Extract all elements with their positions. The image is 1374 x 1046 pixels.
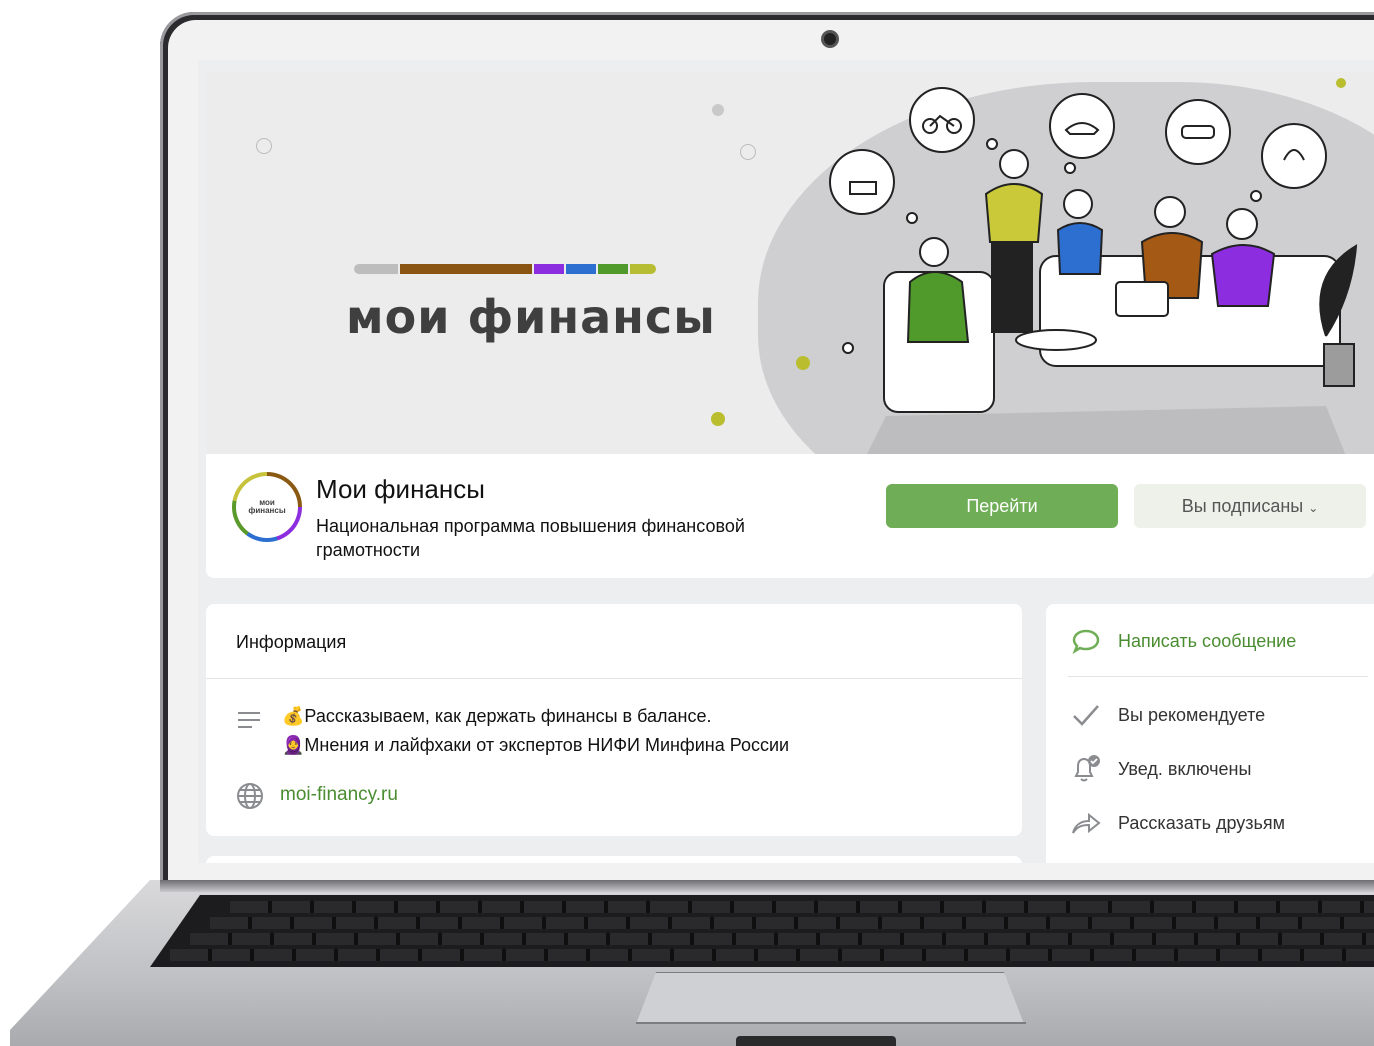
divider — [206, 678, 1022, 679]
info-title: Информация — [236, 632, 347, 652]
divider — [1068, 676, 1368, 677]
people-on-sofa-illustration — [829, 87, 1358, 454]
actions-card: Написать сообщение Вы рекомендуете Увед.… — [1046, 604, 1374, 863]
recommend-action[interactable]: Вы рекомендуете — [1070, 700, 1265, 730]
trackpad — [636, 972, 1024, 1024]
share-label: Рассказать друзьям — [1118, 812, 1286, 833]
next-card — [206, 856, 1022, 863]
logo-color-bar — [354, 264, 656, 274]
decor-dot — [740, 144, 756, 160]
bell-check-icon — [1070, 754, 1102, 784]
share-arrow-icon — [1070, 808, 1102, 838]
recommend-label: Вы рекомендуете — [1118, 704, 1266, 725]
logo-bar-segment — [630, 264, 656, 274]
share-action[interactable]: Рассказать друзьям — [1070, 808, 1285, 838]
notifications-label: Увед. включены — [1118, 758, 1252, 779]
notifications-action[interactable]: Увед. включены — [1070, 754, 1251, 784]
key-row — [210, 917, 1374, 929]
info-description-line: 💰Рассказываем, как держать финансы в бал… — [282, 706, 712, 726]
decor-dot — [712, 104, 724, 116]
subscribed-button-label: Вы подписаны — [1181, 495, 1304, 516]
avatar-logo-text: мои финансы — [248, 498, 286, 515]
community-avatar[interactable]: мои финансы — [232, 472, 302, 542]
globe-icon — [237, 783, 263, 809]
community-name: Мои финансы — [316, 474, 485, 504]
logo-bar-segment — [354, 264, 398, 274]
logo-bar-segment — [534, 264, 564, 274]
go-button[interactable]: Перейти — [886, 484, 1118, 528]
key-row — [170, 949, 1374, 961]
key-row — [230, 901, 1374, 913]
decor-dot — [256, 138, 272, 154]
write-message-action[interactable]: Написать сообщение — [1070, 626, 1296, 656]
info-description-line: 🧕Мнения и лайфхаки от экспертов НИФИ Мин… — [282, 735, 790, 755]
laptop-front-notch — [736, 1036, 896, 1046]
camera-icon — [824, 33, 836, 45]
cover-logo-text: мои финансы — [346, 290, 716, 344]
info-card: Информация 💰Рассказываем, как держать фи… — [206, 604, 1022, 836]
chat-bubble-icon — [1070, 626, 1102, 656]
screen: мои финансы мои финансы Мои финансы Наци… — [198, 60, 1374, 863]
community-cover: мои финансы — [206, 72, 1374, 454]
laptop-hinge — [160, 880, 1374, 892]
community-header: мои финансы Мои финансы Национальная про… — [206, 454, 1374, 578]
logo-bar-segment — [598, 264, 628, 274]
checkmark-icon — [1070, 700, 1102, 730]
decor-dot — [796, 356, 810, 370]
logo-bar-segment — [400, 264, 532, 274]
chevron-down-icon: ⌄ — [1308, 500, 1319, 515]
logo-bar-segment — [566, 264, 596, 274]
community-description: Национальная программа повышения финансо… — [316, 516, 745, 560]
website-link[interactable]: moi-financy.ru — [280, 784, 398, 806]
decor-dot — [711, 412, 725, 426]
description-icon — [238, 712, 260, 733]
trackpad-edge — [636, 1022, 1026, 1024]
write-message-label: Написать сообщение — [1118, 630, 1297, 651]
keyboard — [150, 895, 1374, 967]
subscribed-button[interactable]: Вы подписаны ⌄ — [1134, 484, 1366, 528]
key-row — [190, 933, 1374, 945]
